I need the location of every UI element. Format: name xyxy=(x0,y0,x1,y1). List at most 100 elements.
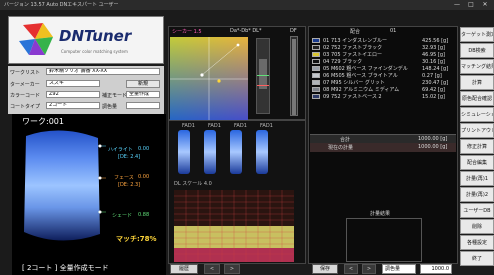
amount-field[interactable]: 1000.0 xyxy=(420,264,452,274)
formula-row[interactable]: 08 M92 アルミニウム ミディアム 69.42 [g] xyxy=(312,87,458,94)
row-value: 0.27 [g] xyxy=(422,73,442,79)
sample-swatch xyxy=(230,130,242,174)
minimize-icon[interactable]: — xyxy=(450,0,464,10)
row-value: 230.47 [g] xyxy=(422,80,449,86)
formula-row[interactable]: 04 729 ブラック 30.16 [g] xyxy=(312,59,458,66)
highlight-value: 0.00 xyxy=(138,146,150,152)
total-label: 合計 xyxy=(340,137,351,143)
sample-swatch xyxy=(178,130,190,174)
formula-row[interactable]: 05 M602 粗ベース ファインダンデル 148.24 [g] xyxy=(312,66,458,73)
prev-button[interactable]: < xyxy=(204,264,220,274)
highlight-de: [DE: 2.4] xyxy=(118,154,141,160)
shade-label: シェード xyxy=(112,213,133,219)
row-name: アルミニウム ミディアム xyxy=(343,87,400,93)
color-plane-graph xyxy=(170,37,248,121)
table-prev-button[interactable]: < xyxy=(344,264,358,274)
color-swatch xyxy=(312,87,320,92)
table-next-button[interactable]: > xyxy=(362,264,376,274)
row-name: シルバー グリット xyxy=(343,80,385,86)
logo-brand: DNTuner xyxy=(59,27,132,45)
measure-lines xyxy=(98,144,106,214)
coat-type-select[interactable]: 2コート xyxy=(46,102,100,109)
maximize-icon[interactable]: □ xyxy=(464,0,478,10)
total-row: 合計 1000.00 [g] xyxy=(310,134,456,143)
target-measure-button[interactable]: ターゲット測定 xyxy=(460,27,494,42)
weigh-1-button[interactable]: 計量(再)1 xyxy=(460,171,494,186)
formula-row[interactable]: 09 752 ファストベース 2 15.02 [g] xyxy=(312,94,458,101)
formula-row[interactable]: 06 M505 粗ベース ブライトアル 0.27 [g] xyxy=(312,73,458,80)
row-code: 08 M92 xyxy=(323,87,342,93)
simulation-button[interactable]: シミュレーション xyxy=(460,107,494,122)
sample-label-3: FAD1 xyxy=(234,123,247,129)
printout-button[interactable]: プリントアウト xyxy=(460,123,494,138)
delete-button[interactable]: 削除 xyxy=(460,219,494,234)
row-code: 09 752 xyxy=(323,94,341,100)
save-button[interactable]: 保存 xyxy=(312,264,338,274)
row-name: ファストブラック xyxy=(342,45,383,51)
current-row: 現在の計量 1000.00 [g] xyxy=(310,143,456,152)
app-window: バージョン 13.57 Auto DNエキスパート ユーザー — □ ✕ DNT… xyxy=(0,0,494,275)
current-label: 現在の計量 xyxy=(328,145,354,151)
current-value: 1000.00 [g] xyxy=(418,144,448,150)
base-color-check-button[interactable]: 原色配合確認 xyxy=(460,91,494,106)
close-icon[interactable]: ✕ xyxy=(478,0,492,10)
row-value: 69.42 [g] xyxy=(422,87,445,93)
face-de: [DE: 2.3] xyxy=(118,182,141,188)
row-value: 148.24 [g] xyxy=(422,66,449,72)
logo-tagline: Computer color matching system xyxy=(61,49,128,54)
face-value: 0.00 xyxy=(138,174,150,180)
work-color-sample xyxy=(24,130,100,241)
app-logo: DNTuner Computer color matching system xyxy=(8,16,164,64)
paint-amount-label: 調色量 xyxy=(102,104,118,110)
user-db-button[interactable]: ユーザーDB xyxy=(460,203,494,218)
row-code: 05 M602 xyxy=(323,66,345,72)
unit-select[interactable]: 調色量 xyxy=(382,264,416,274)
formula-row[interactable]: 01 713 インダスレンブルー 425.56 [g] xyxy=(312,38,458,45)
next-button[interactable]: > xyxy=(224,264,240,274)
row-value: 425.56 [g] xyxy=(422,38,449,44)
color-swatch xyxy=(312,52,320,57)
adjust-mode-select[interactable]: 全量作成 xyxy=(126,91,160,98)
formula-row[interactable]: 07 M95 シルバー グリット 230.47 [g] xyxy=(312,80,458,87)
sample-label-4: FAD1 xyxy=(260,123,273,129)
row-name: ファストイエロー xyxy=(342,52,383,58)
color-swatch xyxy=(312,45,320,50)
row-code: 07 M95 xyxy=(323,80,342,86)
coat-type-label: コートタイプ xyxy=(10,104,41,110)
paint-amount-field[interactable] xyxy=(126,102,160,109)
lightness-bar xyxy=(256,38,270,114)
difference-bar xyxy=(290,36,298,116)
new-button[interactable]: 新規 xyxy=(126,80,160,88)
row-code: 04 729 xyxy=(323,59,341,65)
exit-button[interactable]: 終了 xyxy=(460,251,494,266)
work-panel: ワーク:001 ハイライト 0.00 [DE: 2.4] フェース 0.00 [… xyxy=(12,114,166,264)
row-name: ファストベース 2 xyxy=(342,94,382,100)
sample-swatch xyxy=(204,130,216,174)
work-title: ワーク:001 xyxy=(22,117,64,126)
color-code-field[interactable]: Z92 xyxy=(46,91,100,98)
weigh-2-button[interactable]: 計量(再)2 xyxy=(460,187,494,202)
formula-row[interactable]: 03 705 ファストイエロー 46.95 [g] xyxy=(312,52,458,59)
result-title: 計量結果 xyxy=(370,211,391,217)
mode-footer: [ 2コート ] 全量作成モード xyxy=(12,262,166,275)
result-box xyxy=(346,218,422,262)
sample-label-1: FAD1 xyxy=(182,123,195,129)
color-swatch xyxy=(312,73,320,78)
row-code: 06 M505 xyxy=(323,73,345,79)
matching-result-button[interactable]: マッチング結果 xyxy=(460,59,494,74)
correction-calc-button[interactable]: 修正計算 xyxy=(460,139,494,154)
calculate-button[interactable]: 計算 xyxy=(460,75,494,90)
work-list-field[interactable]: 鈴木精ソリオ 壽番 XX-XX xyxy=(46,68,160,75)
color-swatch xyxy=(312,80,320,85)
formula-list: 01 713 インダスレンブルー 425.56 [g] 02 752 ファストブラ… xyxy=(312,38,458,101)
row-name: 粗ベース ブライトアル xyxy=(346,73,398,79)
row-value: 46.95 [g] xyxy=(422,52,445,58)
history-button[interactable]: 履歴 xyxy=(170,264,198,274)
shade-value: 0.88 xyxy=(138,212,150,218)
maker-select[interactable]: スズキ xyxy=(46,80,100,87)
settings-button[interactable]: 各種設定 xyxy=(460,235,494,250)
db-search-button[interactable]: DB検索 xyxy=(460,43,494,58)
match-rate: マッチ:78% xyxy=(116,235,157,243)
formula-row[interactable]: 02 752 ファストブラック 32.93 [g] xyxy=(312,45,458,52)
formula-edit-button[interactable]: 配合編集 xyxy=(460,155,494,170)
